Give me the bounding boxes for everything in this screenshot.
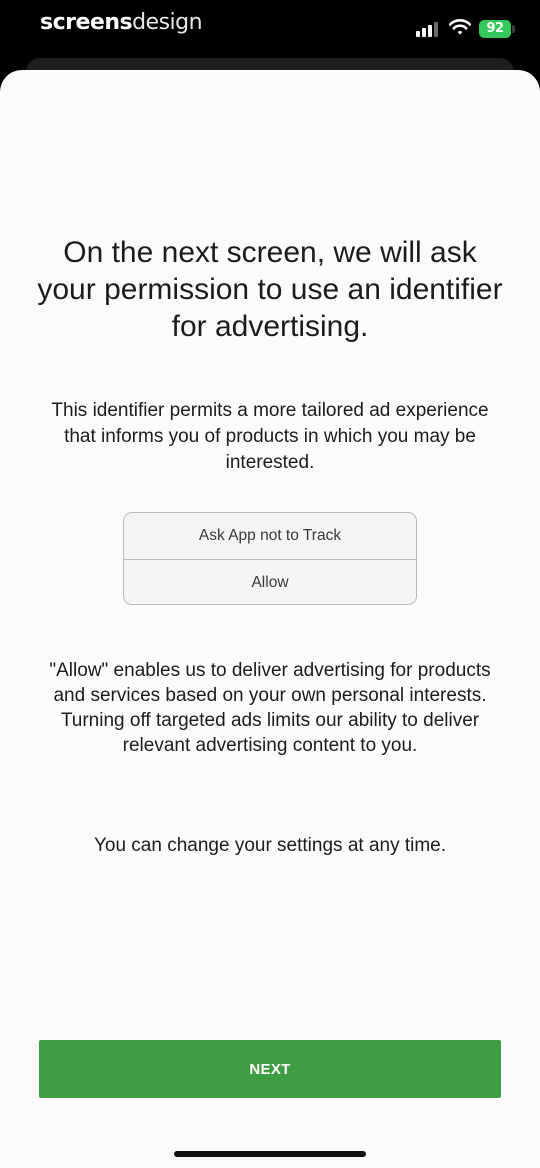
page-title: On the next screen, we will ask your per… — [37, 236, 503, 343]
brand-logo: screensdesign — [40, 10, 203, 35]
next-button[interactable]: NEXT — [39, 1040, 501, 1098]
home-indicator[interactable] — [174, 1151, 366, 1157]
cellular-signal-icon — [416, 21, 440, 37]
settings-note: You can change your settings at any time… — [93, 835, 447, 856]
ask-not-to-track-option: Ask App not to Track — [198, 527, 342, 544]
tracking-prompt-preview: Ask App not to Track Allow — [123, 512, 417, 605]
brand-logo-part1: screens — [40, 10, 133, 35]
allow-option: Allow — [251, 574, 289, 591]
brand-logo-part2: design — [132, 10, 203, 35]
intro-text: This identifier permits a more tailored … — [51, 400, 489, 473]
battery-tip — [512, 25, 515, 33]
wifi-icon — [449, 19, 471, 35]
app-screen: screensdesign 92 On the next screen, we … — [0, 0, 540, 1168]
battery-level: 92 — [486, 21, 504, 36]
explanation-text: "Allow" enables us to deliver advertisin… — [49, 660, 491, 756]
battery-charging-icon: 92 — [479, 20, 511, 38]
status-bar: screensdesign 92 — [0, 0, 540, 56]
